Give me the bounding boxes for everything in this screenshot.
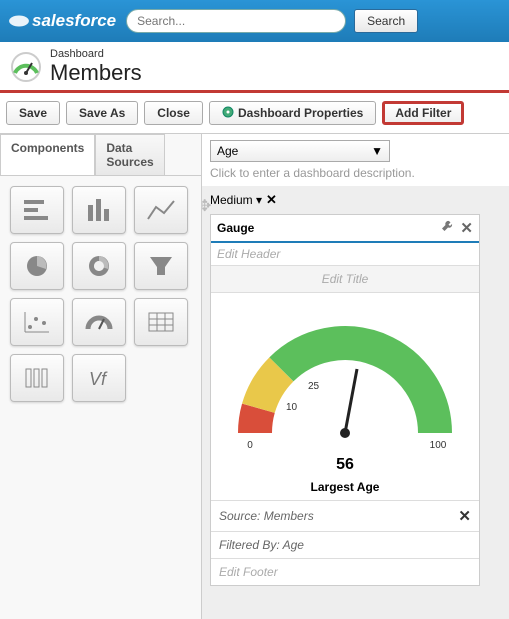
breadcrumb: Dashboard: [50, 48, 142, 60]
page-title: Members: [50, 60, 142, 86]
action-toolbar: Save Save As Close Dashboard Properties …: [0, 93, 509, 134]
widget-footer-input[interactable]: Edit Footer: [211, 558, 479, 585]
widget-header: Gauge ✕: [211, 215, 479, 243]
line-chart-icon[interactable]: [134, 186, 188, 234]
global-search: Search: [126, 9, 418, 33]
save-button[interactable]: Save: [6, 101, 60, 125]
save-as-button[interactable]: Save As: [66, 101, 138, 125]
dashboard-gauge-icon: [10, 51, 42, 83]
gauge-title: Largest Age: [217, 480, 473, 494]
svg-text:0: 0: [247, 440, 253, 451]
gear-icon: [222, 106, 234, 121]
gauge-svg: 0 10 25 100: [220, 303, 470, 453]
remove-source-button[interactable]: ✕: [458, 507, 471, 525]
widget-filter-row: Filtered By: Age: [211, 531, 479, 558]
close-button[interactable]: Close: [144, 101, 203, 125]
column-size-dropdown[interactable]: Medium ▾: [210, 193, 262, 207]
vf-page-icon[interactable]: Vf: [72, 354, 126, 402]
pie-chart-icon[interactable]: [10, 242, 64, 290]
search-input[interactable]: [126, 9, 346, 33]
bar-horizontal-icon[interactable]: [10, 186, 64, 234]
close-widget-button[interactable]: ✕: [460, 219, 473, 237]
page-header: Dashboard Members: [0, 42, 509, 93]
canvas-panel: Age ▼ Click to enter a dashboard descrip…: [202, 134, 509, 619]
wrench-icon[interactable]: [440, 219, 454, 237]
left-panel: Components Data Sources Vf: [0, 134, 202, 619]
dashboard-description-input[interactable]: Click to enter a dashboard description.: [202, 164, 509, 186]
filter-row: Age ▼: [202, 134, 509, 164]
bar-vertical-icon[interactable]: [72, 186, 126, 234]
svg-text:10: 10: [286, 402, 298, 413]
tab-components[interactable]: Components: [0, 134, 95, 175]
column-table-icon[interactable]: [10, 354, 64, 402]
global-header: salesforce Search: [0, 0, 509, 42]
search-button[interactable]: Search: [354, 9, 418, 33]
gauge-chart: 0 10 25 100 56 Largest Age: [211, 293, 479, 500]
main-area: Components Data Sources Vf Age ▼ Click t…: [0, 134, 509, 619]
dashboard-canvas: ✥ Medium ▾ ✕ Gauge ✕ Edit Header Edit Ti…: [202, 186, 509, 619]
tab-data-sources[interactable]: Data Sources: [95, 134, 164, 175]
widget-header-input[interactable]: Edit Header: [211, 243, 479, 265]
svg-text:Vf: Vf: [89, 369, 108, 389]
filter-dropdown[interactable]: Age ▼: [210, 140, 390, 162]
chevron-down-icon: ▼: [371, 144, 383, 158]
scatter-chart-icon[interactable]: [10, 298, 64, 346]
remove-column-button[interactable]: ✕: [266, 192, 277, 208]
add-column-handle[interactable]: ✥: [202, 196, 211, 216]
gauge-chart-icon[interactable]: [72, 298, 126, 346]
svg-text:100: 100: [430, 440, 447, 451]
widget-source-row: Source: Members ✕: [211, 500, 479, 531]
dashboard-properties-button[interactable]: Dashboard Properties: [209, 101, 376, 125]
gauge-widget: Gauge ✕ Edit Header Edit Title: [210, 214, 480, 586]
funnel-chart-icon[interactable]: [134, 242, 188, 290]
add-filter-button[interactable]: Add Filter: [382, 101, 464, 125]
widget-title-input[interactable]: Edit Title: [211, 265, 479, 293]
salesforce-logo: salesforce: [8, 11, 116, 31]
component-palette: Vf: [0, 176, 201, 412]
left-tabs: Components Data Sources: [0, 134, 201, 176]
svg-text:25: 25: [308, 381, 320, 392]
donut-chart-icon[interactable]: [72, 242, 126, 290]
gauge-value: 56: [217, 456, 473, 474]
column-size-bar: Medium ▾ ✕: [210, 190, 501, 210]
table-icon[interactable]: [134, 298, 188, 346]
widget-type-label: Gauge: [217, 221, 254, 235]
